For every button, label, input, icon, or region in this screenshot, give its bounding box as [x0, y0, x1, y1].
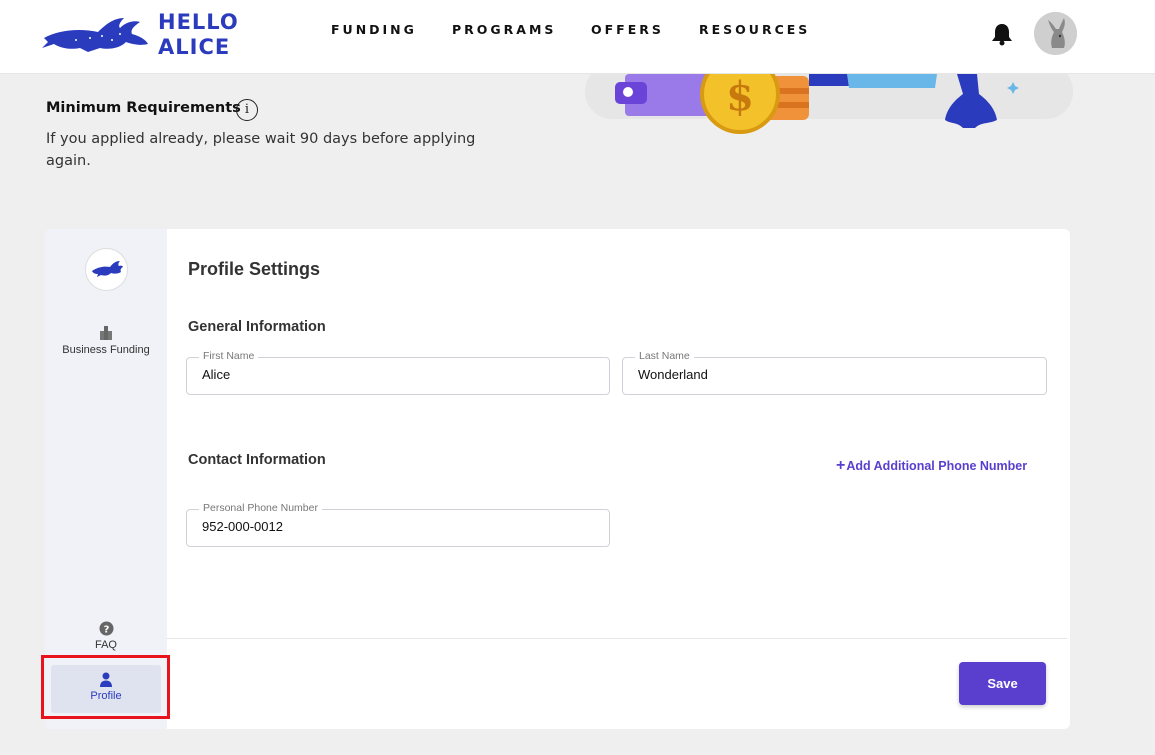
sidebar-logo[interactable] — [85, 248, 128, 291]
logo-line-2: ALICE — [158, 35, 231, 59]
phone-number-label: Personal Phone Number — [199, 502, 322, 514]
top-navigation-bar: HELLO ALICE FUNDING PROGRAMS OFFERS RESO… — [0, 0, 1155, 74]
sidebar-item-faq[interactable]: ? FAQ — [45, 621, 167, 651]
question-icon: ? — [99, 621, 113, 636]
nav-funding[interactable]: FUNDING — [331, 22, 417, 37]
nav-offers[interactable]: OFFERS — [591, 22, 664, 37]
profile-content: Profile Settings General Information Fir… — [167, 233, 1067, 729]
contact-information-title: Contact Information — [188, 452, 326, 468]
plus-icon: + — [836, 457, 846, 474]
person-icon — [100, 672, 112, 687]
sidebar-item-business-funding[interactable]: Business Funding — [45, 325, 167, 356]
logo-text: HELLO ALICE — [158, 12, 239, 58]
first-name-input[interactable] — [202, 367, 582, 382]
last-name-label: Last Name — [635, 350, 694, 362]
add-phone-number-label: Add Additional Phone Number — [846, 459, 1028, 473]
last-name-field[interactable]: Last Name — [622, 350, 1047, 395]
rabbit-logo-icon — [42, 18, 148, 52]
first-name-label: First Name — [199, 350, 259, 362]
sidebar-item-profile[interactable]: Profile — [51, 665, 161, 713]
sidebar-item-profile-inner: Profile — [45, 672, 167, 702]
profile-panel: Business Funding ? FAQ Profile Profile S… — [45, 229, 1070, 729]
svg-text:?: ? — [103, 625, 109, 636]
page-title: Profile Settings — [188, 259, 321, 279]
info-icon[interactable]: i — [236, 99, 258, 121]
rabbit-avatar-icon — [1034, 12, 1077, 55]
nav-resources[interactable]: RESOURCES — [699, 22, 810, 37]
logo-line-1: HELLO — [158, 10, 239, 34]
building-icon — [100, 326, 112, 340]
nav-programs[interactable]: PROGRAMS — [452, 22, 556, 37]
footer-divider — [167, 638, 1067, 639]
bell-icon[interactable] — [989, 22, 1015, 46]
banner-illustration: $ — [585, 74, 1073, 134]
hello-alice-logo[interactable]: HELLO ALICE — [40, 12, 240, 58]
minimum-requirements-text: If you applied already, please wait 90 d… — [46, 131, 476, 169]
user-avatar[interactable] — [1034, 12, 1077, 55]
sidebar: Business Funding ? FAQ Profile — [45, 229, 167, 729]
minimum-requirements-title: Minimum Requirements — [46, 100, 241, 116]
svg-text:$: $ — [726, 74, 754, 120]
sidebar-item-label: FAQ — [94, 639, 117, 651]
phone-number-field[interactable]: Personal Phone Number — [186, 502, 610, 547]
sidebar-item-label: Business Funding — [62, 344, 150, 356]
last-name-input[interactable] — [638, 367, 1018, 382]
add-phone-number-button[interactable]: +Add Additional Phone Number — [836, 457, 1027, 475]
general-information-title: General Information — [188, 319, 326, 335]
first-name-field[interactable]: First Name — [186, 350, 610, 395]
sidebar-item-label: Profile — [90, 690, 122, 702]
save-button[interactable]: Save — [959, 662, 1046, 705]
rabbit-logo-icon — [92, 261, 123, 277]
phone-number-input[interactable] — [202, 519, 582, 534]
